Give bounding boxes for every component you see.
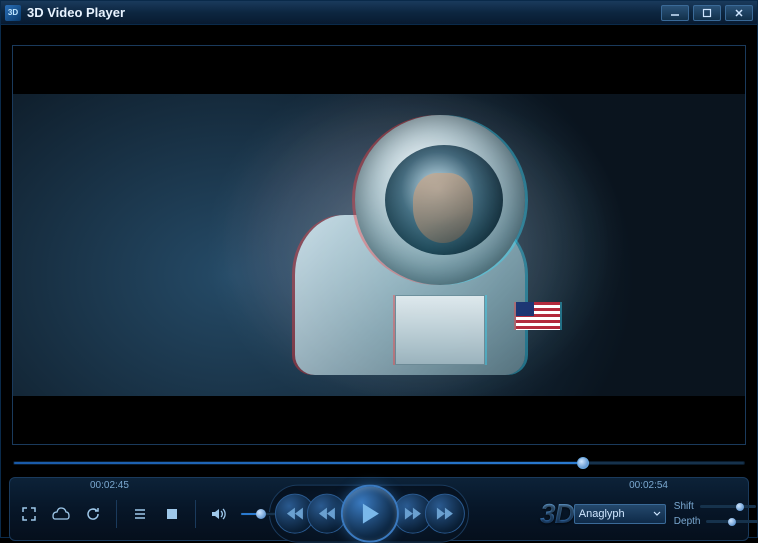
depth-slider[interactable]	[706, 520, 758, 523]
app-icon: 3D	[5, 5, 21, 21]
video-frame	[13, 94, 745, 396]
minimize-button[interactable]	[661, 5, 689, 21]
volume-thumb[interactable]	[256, 509, 266, 519]
shift-thumb[interactable]	[736, 503, 744, 511]
titlebar: 3D 3D Video Player	[1, 1, 757, 25]
snapshot-button[interactable]	[50, 503, 72, 525]
video-content-astronaut	[235, 115, 555, 375]
3d-mode-selected: Anaglyph	[579, 508, 625, 520]
total-time: 00:02:54	[629, 480, 668, 491]
letterbox	[13, 46, 745, 94]
seek-fill	[14, 462, 583, 464]
close-button[interactable]	[725, 5, 753, 21]
fullscreen-button[interactable]	[18, 503, 40, 525]
shift-slider[interactable]	[700, 505, 756, 508]
seek-track[interactable]	[13, 461, 745, 465]
volume-button[interactable]	[208, 503, 230, 525]
seek-thumb[interactable]	[577, 457, 589, 469]
3d-mode-select[interactable]: Anaglyph	[574, 504, 666, 524]
shift-label: Shift	[674, 501, 694, 512]
depth-thumb[interactable]	[728, 518, 736, 526]
controls-bar: 00:02:45 00:02:54	[9, 477, 749, 541]
3d-toggle-button[interactable]: 3D	[540, 498, 574, 530]
stop-button[interactable]	[161, 503, 183, 525]
divider	[116, 500, 117, 528]
maximize-button[interactable]	[693, 5, 721, 21]
playlist-button[interactable]	[129, 503, 151, 525]
window-title: 3D Video Player	[27, 5, 661, 20]
current-time: 00:02:45	[90, 480, 129, 491]
next-button[interactable]	[425, 494, 465, 534]
transport-controls	[279, 485, 461, 543]
depth-label: Depth	[674, 516, 701, 527]
repeat-button[interactable]	[82, 503, 104, 525]
play-button[interactable]	[341, 485, 399, 543]
chevron-down-icon	[653, 510, 661, 518]
seek-bar[interactable]	[13, 451, 745, 475]
video-viewport[interactable]	[12, 45, 746, 445]
divider	[195, 500, 196, 528]
window-controls	[661, 5, 753, 21]
letterbox	[13, 396, 745, 444]
